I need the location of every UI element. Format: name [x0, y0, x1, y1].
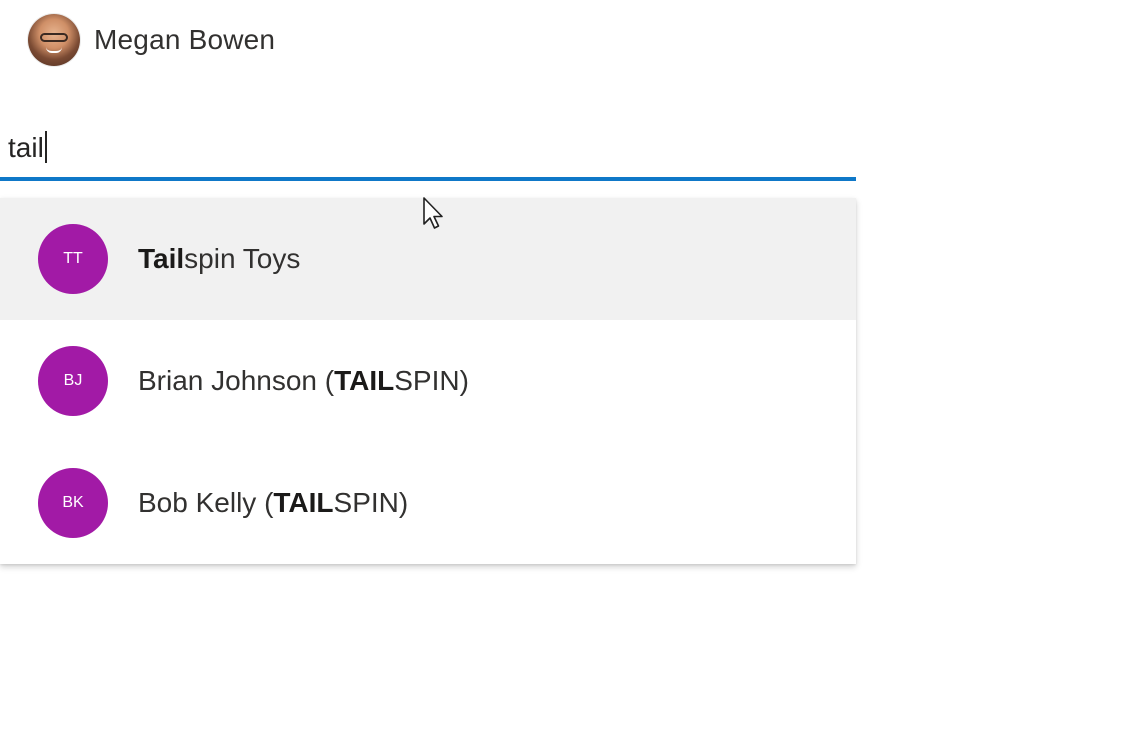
name-match-highlight: TAIL — [334, 365, 395, 396]
search-value: tail — [8, 132, 44, 163]
name-prefix: Brian Johnson ( — [138, 365, 335, 396]
persona-avatar: BK — [38, 468, 108, 538]
suggestion-item-brian-johnson[interactable]: BJ Brian Johnson (TAILSPIN) — [0, 320, 856, 442]
name-rest: SPIN) — [394, 365, 469, 396]
user-name: Megan Bowen — [94, 24, 276, 55]
search-input[interactable]: tail — [8, 130, 47, 166]
search-focus-underline — [0, 177, 856, 181]
persona-name: Brian Johnson (TAILSPIN) — [138, 365, 469, 397]
persona-initials: BK — [62, 494, 84, 511]
suggestion-item-bob-kelly[interactable]: BK Bob Kelly (TAILSPIN) — [0, 442, 856, 564]
name-match-highlight: TAIL — [273, 487, 334, 518]
name-prefix: Bob Kelly ( — [138, 487, 274, 518]
name-match-highlight: Tail — [138, 243, 185, 274]
persona-initials: TT — [63, 250, 83, 267]
persona-avatar: BJ — [38, 346, 108, 416]
user-avatar — [28, 14, 80, 66]
mouse-pointer-icon — [423, 197, 443, 229]
suggestions-list: TT Tailspin Toys BJ Brian Johnson (TAILS… — [0, 198, 856, 564]
persona-avatar: TT — [38, 224, 108, 294]
avatar-smile — [46, 47, 62, 53]
persona-initials: BJ — [63, 372, 83, 389]
persona-name: Bob Kelly (TAILSPIN) — [138, 487, 408, 519]
text-caret — [44, 131, 47, 163]
people-picker-panel: Megan Bowen tail TT Tailspin Toys BJ Bri… — [0, 0, 1122, 752]
name-rest: spin Toys — [184, 243, 301, 274]
people-search[interactable]: tail — [0, 118, 856, 182]
persona-name: Tailspin Toys — [138, 243, 300, 275]
current-user: Megan Bowen — [28, 14, 275, 66]
avatar-glasses — [40, 33, 68, 42]
name-rest: SPIN) — [333, 487, 409, 518]
